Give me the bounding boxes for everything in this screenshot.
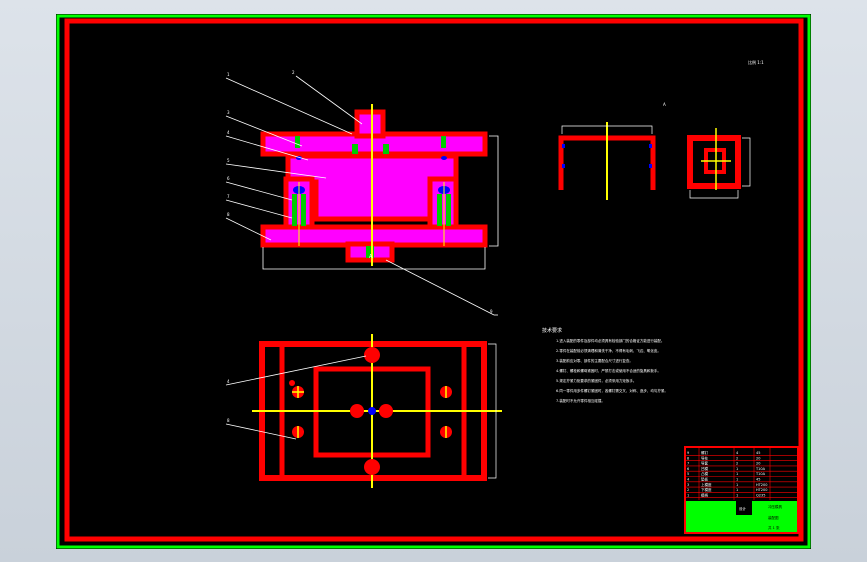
parts-list-cell: HT200 xyxy=(756,488,767,492)
callout-plan-8: 8 xyxy=(227,418,230,423)
title-school: 设计 xyxy=(739,506,747,511)
parts-list-cell: 1 xyxy=(736,478,738,482)
parts-list-cell: 凹模 xyxy=(701,466,709,471)
callout-plan-4: 4 xyxy=(227,379,230,384)
parts-list-cell: Q235 xyxy=(756,493,765,497)
detail-view-u: A xyxy=(558,102,666,200)
technical-notes: 技术要求 1.进入装配的零件及部件均必须具有检验部门的合格证方能进行装配。 2.… xyxy=(542,327,668,403)
scale-note: 比例 1:1 xyxy=(748,59,764,65)
parts-list-cell: 1 xyxy=(736,472,738,476)
parts-list-cell: 螺钉 xyxy=(701,450,709,455)
callout-8: 8 xyxy=(227,212,230,217)
plan-view: 4 8 xyxy=(225,334,502,488)
parts-list-cell: 45 xyxy=(756,478,760,482)
tech-line-2: 2.零件在装配前必须清理和清洗干净，不得有毛刺、飞边、氧化皮。 xyxy=(556,348,661,353)
front-section-view: A xyxy=(260,104,499,270)
tech-line-5: 5.规定拧紧力矩要求的紧固件，必须采用力矩扳手。 xyxy=(556,378,636,383)
tech-title: 技术要求 xyxy=(542,327,562,334)
parts-list-cell: 1 xyxy=(736,493,738,497)
tech-line-3: 3.装配前应对零、部件的主要配合尺寸进行复查。 xyxy=(556,358,633,363)
parts-list-cell: 模柄 xyxy=(701,492,709,497)
parts-list-cell: 凸模 xyxy=(701,471,709,476)
parts-list-cell: 1 xyxy=(736,467,738,471)
title-sheet-note: 共 1 张 xyxy=(768,525,780,530)
parts-list-cell: 2 xyxy=(736,456,738,460)
title-block: 9 螺钉 4 458 导柱 2 207 导套 2 206 凹模 1 T10A5 凸模 1 T10A4 垫板 1 45… xyxy=(684,446,799,534)
tech-line-4: 4.螺钉、螺栓和螺母紧固时，严禁打击或使用不合适的旋具和扳手。 xyxy=(556,368,661,373)
callout-4: 4 xyxy=(227,130,230,135)
detail-view-square xyxy=(687,128,751,199)
tech-line-7: 7.装配时不允许零件相互碰撞。 xyxy=(556,398,605,403)
parts-list-cell: 45 xyxy=(756,451,760,455)
parts-list-cell: 上模座 xyxy=(701,482,712,487)
parts-list-cell: 1 xyxy=(736,483,738,487)
parts-list-cell: HT200 xyxy=(756,483,767,487)
tech-line-6: 6.同一零件用多件螺钉紧固时，各螺钉需交叉、对称、逐步、均匀拧紧。 xyxy=(556,388,668,393)
tech-line-1: 1.进入装配的零件及部件均必须具有检验部门的合格证方能进行装配。 xyxy=(556,338,664,343)
callout-9: 9 xyxy=(490,309,493,314)
parts-list-cell: 下模座 xyxy=(701,487,712,492)
parts-list-cell: 3 xyxy=(687,483,689,487)
parts-list-cell: 1 xyxy=(736,488,738,492)
parts-list-cell: 9 xyxy=(687,451,689,455)
callout-1: 1 xyxy=(227,72,230,77)
parts-list-cell: 导套 xyxy=(701,461,709,466)
parts-list-cell: 6 xyxy=(687,467,689,471)
parts-list-cell: 20 xyxy=(756,456,760,460)
parts-list-cell: T10A xyxy=(755,472,766,476)
parts-list-cell: 5 xyxy=(687,472,689,476)
parts-list-cell: 8 xyxy=(687,456,689,460)
parts-list-cell: 2 xyxy=(687,488,689,492)
title-assembly: 装配图 xyxy=(768,515,779,520)
title-drawing-name: 冲压模具 xyxy=(768,504,782,509)
drawing-sheet: A 1 2 3 4 5 6 7 8 9 A 比例 1:1 4 8 技术要求 1.… xyxy=(56,14,811,549)
callout-6: 6 xyxy=(227,176,230,181)
parts-list-cell: 20 xyxy=(756,462,760,466)
callout-7: 7 xyxy=(227,194,230,199)
center-mark: A xyxy=(369,254,373,260)
parts-list-cell: 7 xyxy=(687,462,689,466)
parts-list-cell: 导柱 xyxy=(701,455,709,460)
parts-list-cell: 1 xyxy=(687,493,689,497)
callout-5: 5 xyxy=(227,158,230,163)
die-shank xyxy=(354,109,386,139)
dimension-height xyxy=(489,135,499,247)
parts-list-cell: T10A xyxy=(755,467,766,471)
callout-2: 2 xyxy=(292,70,295,75)
detail-mark: A xyxy=(663,102,666,107)
parts-list-cell: 垫板 xyxy=(701,477,709,482)
drawing-canvas[interactable]: A 1 2 3 4 5 6 7 8 9 A 比例 1:1 4 8 技术要求 1.… xyxy=(56,14,811,549)
cad-viewport: A 1 2 3 4 5 6 7 8 9 A 比例 1:1 4 8 技术要求 1.… xyxy=(0,0,867,562)
parts-list-cell: 2 xyxy=(736,462,738,466)
callout-3: 3 xyxy=(227,110,230,115)
